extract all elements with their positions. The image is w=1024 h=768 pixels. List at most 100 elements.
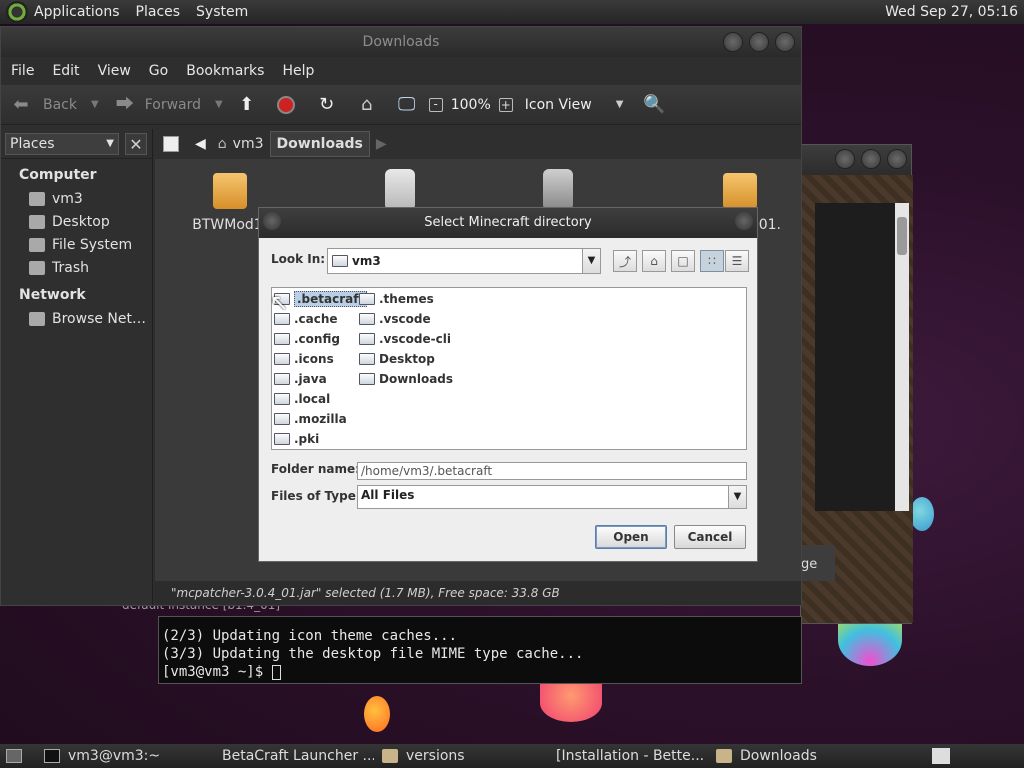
menu-applications[interactable]: Applications bbox=[34, 4, 120, 20]
sidebar-item-vm3[interactable]: vm3 bbox=[1, 187, 152, 210]
new-folder-button[interactable]: □ bbox=[671, 250, 695, 272]
file-item[interactable] bbox=[355, 169, 445, 209]
list-item[interactable]: .themes bbox=[359, 290, 434, 308]
forward-button[interactable]: ⮕ Forward ▼ bbox=[115, 94, 223, 115]
chevron-down-icon[interactable]: ▼ bbox=[582, 249, 600, 273]
list-item[interactable]: .icons bbox=[274, 350, 334, 368]
sidebar-section-network: Network bbox=[19, 287, 86, 303]
search-button[interactable]: 🔍 bbox=[643, 94, 665, 115]
files-of-type-label: Files of Type: bbox=[271, 489, 361, 503]
places-sidebar: Places ▼ ✕ Computer vm3 Desktop File Sys… bbox=[1, 129, 153, 605]
menu-help[interactable]: Help bbox=[282, 63, 314, 79]
sidebar-item-label: File System bbox=[52, 236, 133, 253]
zoom-in-button[interactable]: + bbox=[498, 97, 513, 112]
task-terminal[interactable]: vm3@vm3:~ bbox=[36, 745, 206, 767]
list-item-label: .local bbox=[294, 392, 331, 406]
menu-places[interactable]: Places bbox=[136, 4, 181, 20]
breadcrumb-downloads[interactable]: Downloads bbox=[269, 131, 370, 157]
sidebar-item-file-system[interactable]: File System bbox=[1, 233, 152, 256]
list-item[interactable]: .vscode bbox=[359, 310, 431, 328]
launcher-scrollbar[interactable] bbox=[895, 203, 909, 511]
file-item[interactable] bbox=[513, 169, 603, 209]
up-button[interactable]: ⬆ bbox=[237, 94, 257, 115]
back-button[interactable]: ⬅ Back ▼ bbox=[11, 94, 99, 115]
task-downloads[interactable]: Downloads bbox=[708, 745, 888, 767]
zoom-out-button[interactable]: - bbox=[428, 97, 443, 112]
sidebar-selector[interactable]: Places ▼ bbox=[5, 132, 119, 155]
home-button[interactable]: ⌂ bbox=[357, 94, 377, 115]
files-of-type-combo[interactable]: All Files ▼ bbox=[357, 485, 747, 509]
home-icon: ⌂ bbox=[650, 254, 658, 268]
folder-list[interactable]: .betacraft .cache .config .icons .java .… bbox=[271, 287, 747, 450]
chevron-down-icon[interactable]: ▼ bbox=[215, 99, 223, 110]
list-item[interactable]: Downloads bbox=[359, 370, 453, 388]
list-item[interactable]: .pki bbox=[274, 430, 319, 448]
show-desktop-button[interactable] bbox=[0, 745, 36, 767]
workspace-switcher[interactable] bbox=[932, 745, 958, 767]
chevron-down-icon[interactable]: ▼ bbox=[728, 486, 746, 508]
sidebar-item-browse-network[interactable]: Browse Net… bbox=[1, 307, 152, 330]
list-item[interactable]: .vscode-cli bbox=[359, 330, 451, 348]
list-view-button[interactable]: ∷ bbox=[700, 250, 724, 272]
terminal-window[interactable]: (2/3) Updating icon theme caches... (3/3… bbox=[158, 616, 802, 684]
breadcrumb-vm3[interactable]: vm3 bbox=[227, 132, 270, 156]
close-sidebar-button[interactable]: ✕ bbox=[125, 132, 147, 155]
cancel-button[interactable]: Cancel bbox=[674, 525, 746, 549]
list-item-label: .betacraft bbox=[294, 291, 368, 307]
folder-name-input[interactable]: /home/vm3/.betacraft bbox=[357, 462, 747, 480]
computer-button[interactable]: 🖵 bbox=[397, 94, 417, 115]
edit-location-icon[interactable] bbox=[163, 136, 179, 152]
menu-system[interactable]: System bbox=[196, 4, 248, 20]
list-item-label: .config bbox=[294, 332, 340, 346]
folder-icon bbox=[359, 293, 375, 305]
stop-button[interactable] bbox=[276, 95, 295, 114]
menu-edit[interactable]: Edit bbox=[52, 63, 79, 79]
package-icon bbox=[213, 173, 247, 209]
trash-icon bbox=[29, 260, 45, 275]
menu-view[interactable]: View bbox=[98, 63, 131, 79]
details-view-button[interactable]: ☰ bbox=[725, 250, 749, 272]
fm-minimize-button[interactable] bbox=[723, 32, 743, 52]
launcher-minimize-button[interactable] bbox=[835, 149, 855, 169]
sidebar-item-trash[interactable]: Trash bbox=[1, 256, 152, 279]
launcher-maximize-button[interactable] bbox=[861, 149, 881, 169]
list-item[interactable]: .config bbox=[274, 330, 340, 348]
sidebar-item-desktop[interactable]: Desktop bbox=[1, 210, 152, 233]
breadcrumb-left-icon[interactable]: ◀ bbox=[195, 136, 206, 152]
task-versions[interactable]: versions bbox=[374, 745, 540, 767]
chevron-down-icon[interactable]: ▼ bbox=[91, 99, 99, 110]
home-button[interactable]: ⌂ bbox=[642, 250, 666, 272]
terminal-line: (3/3) Updating the desktop file MIME typ… bbox=[162, 646, 584, 662]
menu-file[interactable]: File bbox=[11, 63, 34, 79]
reload-button[interactable]: ↻ bbox=[317, 94, 337, 115]
fm-maximize-button[interactable] bbox=[749, 32, 769, 52]
task-browser[interactable]: [Installation - Bette... bbox=[540, 745, 708, 767]
fm-titlebar[interactable]: Downloads bbox=[1, 27, 801, 57]
list-item-label: .java bbox=[294, 372, 327, 386]
view-mode-select[interactable]: Icon View ▼ bbox=[525, 97, 624, 113]
list-item[interactable]: Desktop bbox=[359, 350, 435, 368]
fm-close-button[interactable] bbox=[775, 32, 795, 52]
balloon-decoration bbox=[910, 497, 934, 531]
folder-icon bbox=[359, 373, 375, 385]
launcher-close-button[interactable] bbox=[887, 149, 907, 169]
list-item[interactable]: .local bbox=[274, 390, 330, 408]
task-betacraft[interactable]: BetaCraft Launcher ... bbox=[206, 745, 374, 767]
open-button[interactable]: Open bbox=[595, 525, 667, 549]
menu-bookmarks[interactable]: Bookmarks bbox=[186, 63, 264, 79]
clock[interactable]: Wed Sep 27, 05:16 bbox=[885, 4, 1018, 20]
dialog-menu-button[interactable] bbox=[263, 212, 281, 230]
breadcrumb-right-icon[interactable]: ▶ bbox=[376, 136, 387, 152]
launcher-partial-button[interactable]: ge bbox=[801, 545, 835, 581]
dialog-close-button[interactable] bbox=[735, 212, 753, 230]
list-item[interactable]: .mozilla bbox=[274, 410, 347, 428]
look-in-combo[interactable]: vm3 ▼ bbox=[327, 248, 601, 274]
distro-logo-icon[interactable] bbox=[6, 1, 28, 23]
list-item-label: Downloads bbox=[379, 372, 454, 386]
back-label: Back bbox=[43, 96, 77, 113]
dialog-titlebar[interactable]: Select Minecraft directory bbox=[259, 208, 757, 238]
list-item[interactable]: .java bbox=[274, 370, 327, 388]
up-folder-button[interactable]: ⤴ bbox=[613, 250, 637, 272]
desktop-icon bbox=[29, 214, 45, 229]
menu-go[interactable]: Go bbox=[149, 63, 168, 79]
